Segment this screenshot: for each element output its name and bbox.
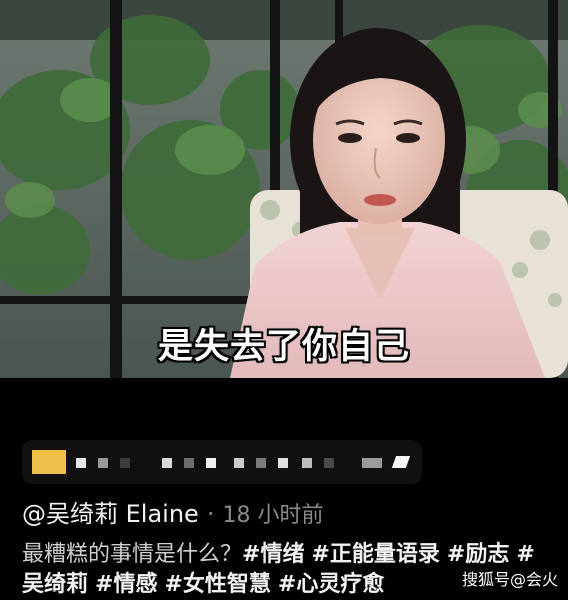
mosaic-block: [362, 458, 382, 468]
watermark: 搜狐号@会火: [461, 570, 558, 589]
mosaic-block: [98, 458, 108, 468]
author-line: @吴绮莉 Elaine · 18 小时前: [22, 498, 323, 530]
hashtag[interactable]: #正能量语录: [311, 542, 439, 567]
mosaic-block: [184, 458, 194, 468]
hashtag[interactable]: #心灵疗愈: [278, 572, 384, 597]
author-name[interactable]: @吴绮莉 Elaine: [22, 500, 199, 528]
hashtag[interactable]: #情感: [95, 572, 157, 597]
caption-question: 最糟糕的事情是什么？: [22, 542, 243, 567]
hashtag[interactable]: #情绪: [242, 542, 304, 567]
mosaic-block: [256, 458, 266, 468]
mosaic-block: [302, 458, 312, 468]
mosaic-block: [278, 458, 288, 468]
mosaic-icon: [32, 450, 66, 474]
post-time: 18 小时前: [222, 503, 324, 528]
mosaic-block: [162, 458, 172, 468]
hashtag[interactable]: #女性智慧: [164, 572, 270, 597]
blurred-link-bar[interactable]: [22, 440, 422, 484]
mosaic-block: [234, 458, 244, 468]
hashtag[interactable]: #励志: [447, 542, 509, 567]
mosaic-block: [391, 456, 411, 468]
mosaic-block: [324, 458, 334, 468]
separator: ·: [206, 500, 215, 528]
mosaic-block: [76, 458, 86, 468]
video-frame[interactable]: 是失去了你自己: [0, 0, 568, 378]
mosaic-block: [120, 458, 130, 468]
video-subtitle: 是失去了你自己: [156, 326, 410, 369]
post-info: @吴绮莉 Elaine · 18 小时前 最糟糕的事情是什么？#情绪 #正能量语录 …: [0, 378, 568, 600]
mosaic-block: [206, 458, 216, 468]
